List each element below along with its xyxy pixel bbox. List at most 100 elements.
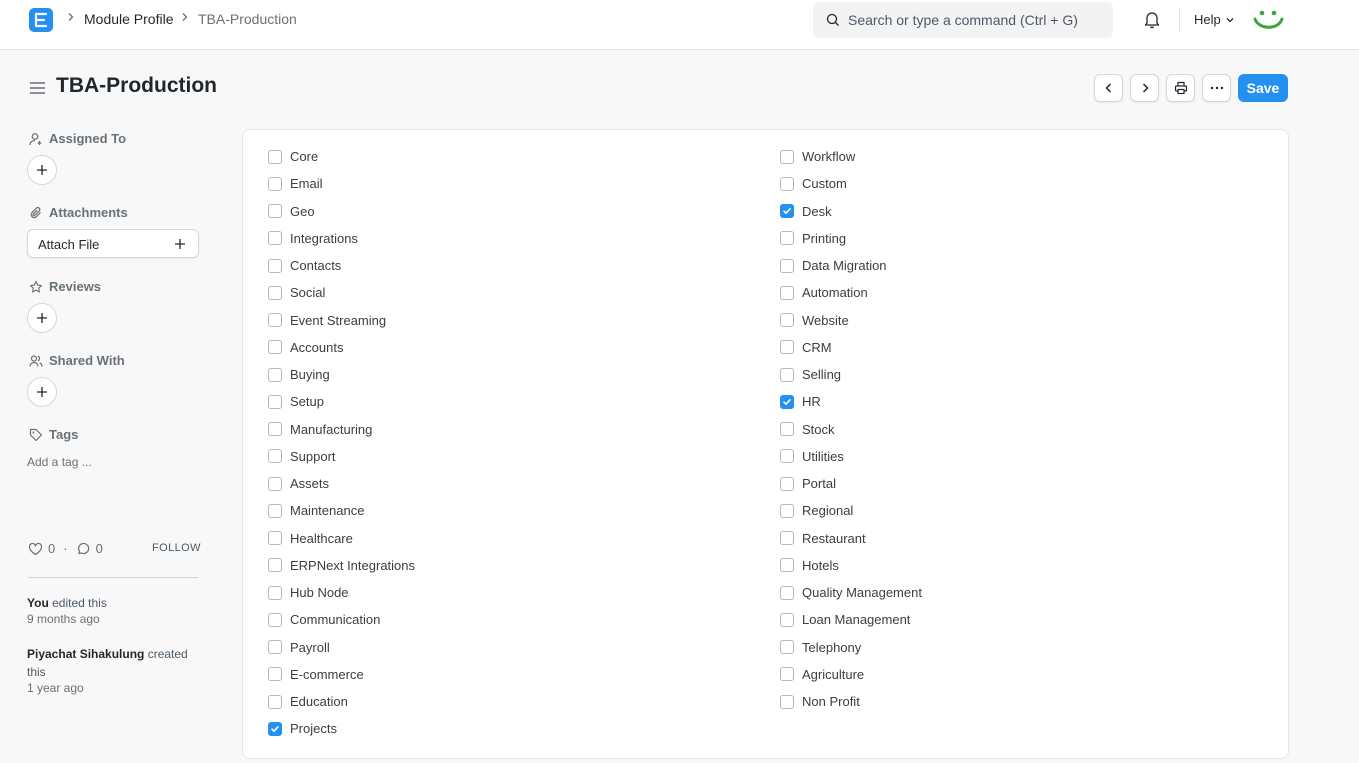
checkbox-unchecked[interactable] (268, 231, 282, 246)
checkbox-unchecked[interactable] (780, 367, 794, 382)
checkbox-unchecked[interactable] (268, 313, 282, 327)
module-checkbox-custom[interactable]: Custom (780, 176, 847, 191)
module-checkbox-utilities[interactable]: Utilities (780, 449, 844, 464)
module-checkbox-loan-management[interactable]: Loan Management (780, 612, 910, 627)
user-avatar[interactable] (1252, 6, 1284, 34)
module-checkbox-regional[interactable]: Regional (780, 503, 853, 518)
module-checkbox-healthcare[interactable]: Healthcare (268, 531, 353, 546)
module-checkbox-support[interactable]: Support (268, 449, 336, 464)
module-checkbox-geo[interactable]: Geo (268, 204, 315, 219)
checkbox-unchecked[interactable] (780, 476, 794, 491)
module-checkbox-telephony[interactable]: Telephony (780, 640, 861, 655)
module-checkbox-agriculture[interactable]: Agriculture (780, 667, 864, 682)
module-checkbox-stock[interactable]: Stock (780, 422, 835, 437)
checkbox-unchecked[interactable] (268, 422, 282, 436)
checkbox-unchecked[interactable] (268, 340, 282, 355)
module-checkbox-desk[interactable]: Desk (780, 204, 832, 219)
more-actions-button[interactable] (1202, 74, 1231, 102)
checkbox-unchecked[interactable] (268, 640, 282, 654)
checkbox-unchecked[interactable] (268, 558, 282, 573)
module-checkbox-social[interactable]: Social (268, 285, 325, 300)
checkbox-unchecked[interactable] (268, 694, 282, 709)
checkbox-unchecked[interactable] (780, 558, 794, 573)
checkbox-unchecked[interactable] (268, 503, 282, 518)
breadcrumb-module-profile[interactable]: Module Profile (84, 11, 174, 27)
activity-user[interactable]: You (27, 596, 49, 610)
module-checkbox-website[interactable]: Website (780, 313, 849, 328)
module-checkbox-hotels[interactable]: Hotels (780, 558, 839, 573)
heart-icon[interactable] (28, 542, 43, 556)
checkbox-unchecked[interactable] (268, 667, 282, 682)
app-logo-icon[interactable] (29, 8, 53, 32)
checkbox-unchecked[interactable] (780, 531, 794, 545)
checkbox-unchecked[interactable] (268, 612, 282, 627)
sidebar-toggle-icon[interactable] (29, 81, 46, 95)
module-checkbox-education[interactable]: Education (268, 694, 348, 709)
comment-icon[interactable] (76, 542, 91, 556)
module-checkbox-manufacturing[interactable]: Manufacturing (268, 422, 372, 437)
save-button[interactable]: Save (1238, 74, 1288, 102)
bell-icon[interactable] (1143, 10, 1161, 29)
checkbox-unchecked[interactable] (780, 640, 794, 654)
add-tag-link[interactable]: Add a tag ... (27, 455, 92, 469)
checkbox-unchecked[interactable] (780, 612, 794, 627)
print-button[interactable] (1166, 74, 1195, 102)
checkbox-unchecked[interactable] (780, 313, 794, 327)
previous-doc-button[interactable] (1094, 74, 1123, 102)
checkbox-unchecked[interactable] (780, 258, 794, 273)
checkbox-unchecked[interactable] (268, 204, 282, 218)
checkbox-unchecked[interactable] (780, 422, 794, 436)
help-dropdown[interactable]: Help (1194, 12, 1235, 27)
search-input[interactable] (848, 2, 1103, 38)
checkbox-unchecked[interactable] (268, 176, 282, 191)
module-checkbox-core[interactable]: Core (268, 149, 318, 164)
checkbox-checked[interactable] (780, 394, 794, 409)
module-checkbox-restaurant[interactable]: Restaurant (780, 531, 866, 546)
checkbox-unchecked[interactable] (268, 285, 282, 300)
add-assignee-button[interactable] (27, 155, 57, 185)
module-checkbox-crm[interactable]: CRM (780, 340, 832, 355)
checkbox-unchecked[interactable] (780, 449, 794, 464)
next-doc-button[interactable] (1130, 74, 1159, 102)
checkbox-unchecked[interactable] (268, 585, 282, 600)
module-checkbox-hr[interactable]: HR (780, 394, 821, 409)
module-checkbox-buying[interactable]: Buying (268, 367, 330, 382)
module-checkbox-maintenance[interactable]: Maintenance (268, 503, 364, 518)
checkbox-checked[interactable] (780, 204, 794, 218)
checkbox-checked[interactable] (268, 721, 282, 736)
module-checkbox-selling[interactable]: Selling (780, 367, 841, 382)
module-checkbox-integrations[interactable]: Integrations (268, 231, 358, 246)
module-checkbox-non-profit[interactable]: Non Profit (780, 694, 860, 709)
breadcrumb-current[interactable]: TBA-Production (198, 11, 297, 27)
module-checkbox-accounts[interactable]: Accounts (268, 340, 343, 355)
checkbox-unchecked[interactable] (780, 585, 794, 600)
follow-button[interactable]: FOLLOW (152, 542, 201, 554)
module-checkbox-assets[interactable]: Assets (268, 476, 329, 491)
checkbox-unchecked[interactable] (268, 258, 282, 273)
module-checkbox-hub-node[interactable]: Hub Node (268, 585, 349, 600)
activity-user[interactable]: Piyachat Sihakulung (27, 647, 144, 661)
checkbox-unchecked[interactable] (268, 531, 282, 545)
module-checkbox-quality-management[interactable]: Quality Management (780, 585, 922, 600)
module-checkbox-data-migration[interactable]: Data Migration (780, 258, 887, 273)
module-checkbox-email[interactable]: Email (268, 176, 323, 191)
module-checkbox-setup[interactable]: Setup (268, 394, 324, 409)
checkbox-unchecked[interactable] (780, 503, 794, 518)
checkbox-unchecked[interactable] (780, 667, 794, 682)
checkbox-unchecked[interactable] (268, 449, 282, 464)
search-bar[interactable] (813, 2, 1113, 38)
checkbox-unchecked[interactable] (780, 340, 794, 355)
module-checkbox-printing[interactable]: Printing (780, 231, 846, 246)
module-checkbox-automation[interactable]: Automation (780, 285, 868, 300)
checkbox-unchecked[interactable] (268, 149, 282, 164)
checkbox-unchecked[interactable] (268, 394, 282, 409)
checkbox-unchecked[interactable] (780, 176, 794, 191)
module-checkbox-contacts[interactable]: Contacts (268, 258, 341, 273)
checkbox-unchecked[interactable] (780, 149, 794, 164)
module-checkbox-communication[interactable]: Communication (268, 612, 380, 627)
checkbox-unchecked[interactable] (780, 285, 794, 300)
module-checkbox-erpnext-integrations[interactable]: ERPNext Integrations (268, 558, 415, 573)
add-share-button[interactable] (27, 377, 57, 407)
module-checkbox-payroll[interactable]: Payroll (268, 640, 330, 655)
checkbox-unchecked[interactable] (780, 231, 794, 246)
